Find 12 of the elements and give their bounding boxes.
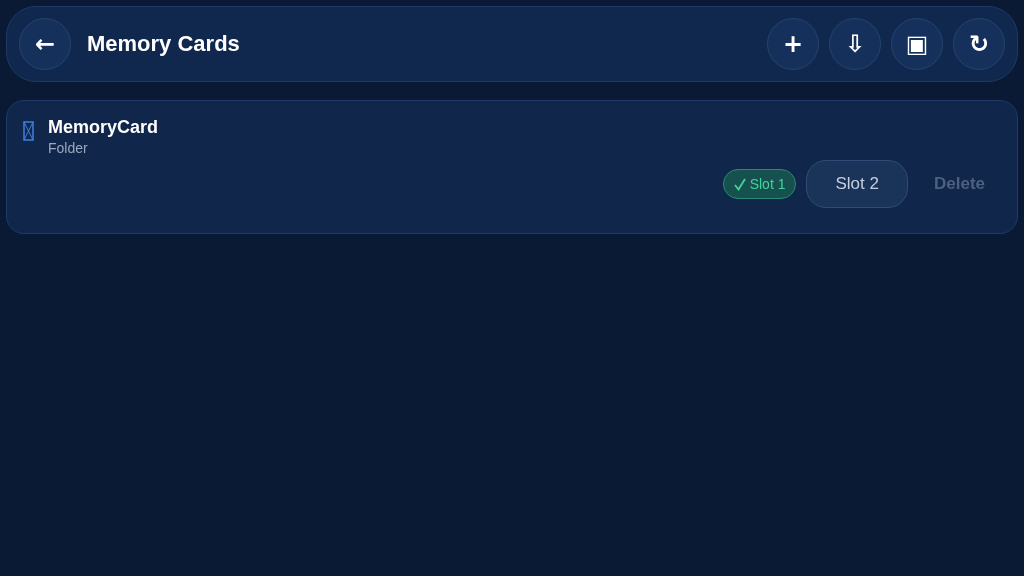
- card-name: MemoryCard: [48, 117, 159, 138]
- toolbar-button[interactable]: ⇩: [829, 18, 881, 70]
- back-button[interactable]: ←: [19, 18, 71, 70]
- slot-button[interactable]: Slot 1: [722, 169, 797, 199]
- page-title: Memory Cards: [87, 31, 241, 57]
- toolbar-button[interactable]: ↻: [953, 18, 1005, 70]
- toolbar-button[interactable]: ▣: [891, 18, 943, 70]
- card-type: Folder: [48, 140, 89, 156]
- check-icon: [733, 177, 746, 191]
- file-icon: [23, 121, 34, 141]
- toolbar-button[interactable]: +: [767, 18, 819, 70]
- slot-button[interactable]: Slot 2: [806, 160, 908, 208]
